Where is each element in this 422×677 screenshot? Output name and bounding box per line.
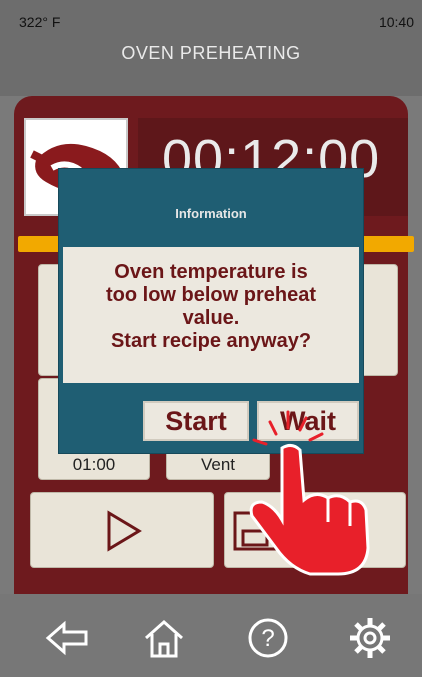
tap-burst-icon xyxy=(252,410,324,446)
oven-temperature: 322° F xyxy=(19,14,61,30)
dialog-title: Information xyxy=(175,206,247,221)
settings-gear-icon[interactable] xyxy=(346,614,394,662)
clock: 10:40 xyxy=(378,14,414,30)
message-line-3: value. xyxy=(182,307,240,329)
svg-text:?: ? xyxy=(261,625,274,652)
back-arrow-icon[interactable] xyxy=(44,614,92,662)
page-title: OVEN PREHEATING xyxy=(121,43,301,63)
tap-hand-icon xyxy=(249,410,370,576)
play-button[interactable] xyxy=(30,492,214,568)
home-icon[interactable] xyxy=(140,614,188,662)
message-line-1: Oven temperature is xyxy=(114,261,308,283)
play-icon xyxy=(107,510,142,552)
message-line-4: Start recipe anyway? xyxy=(110,330,312,352)
hold-time-value: 01:00 xyxy=(72,455,116,474)
message-line-2: too low below preheat xyxy=(105,284,316,306)
start-button[interactable]: Start xyxy=(143,401,249,441)
status-bar: 322° F 10:40 OVEN PREHEATING xyxy=(0,0,422,96)
dialog-body: Oven temperature is too low below prehea… xyxy=(63,247,359,383)
bottom-navigation: ? xyxy=(0,594,422,677)
help-icon[interactable]: ? xyxy=(244,614,292,662)
dialog-message: Oven temperature is too low below prehea… xyxy=(63,261,359,353)
